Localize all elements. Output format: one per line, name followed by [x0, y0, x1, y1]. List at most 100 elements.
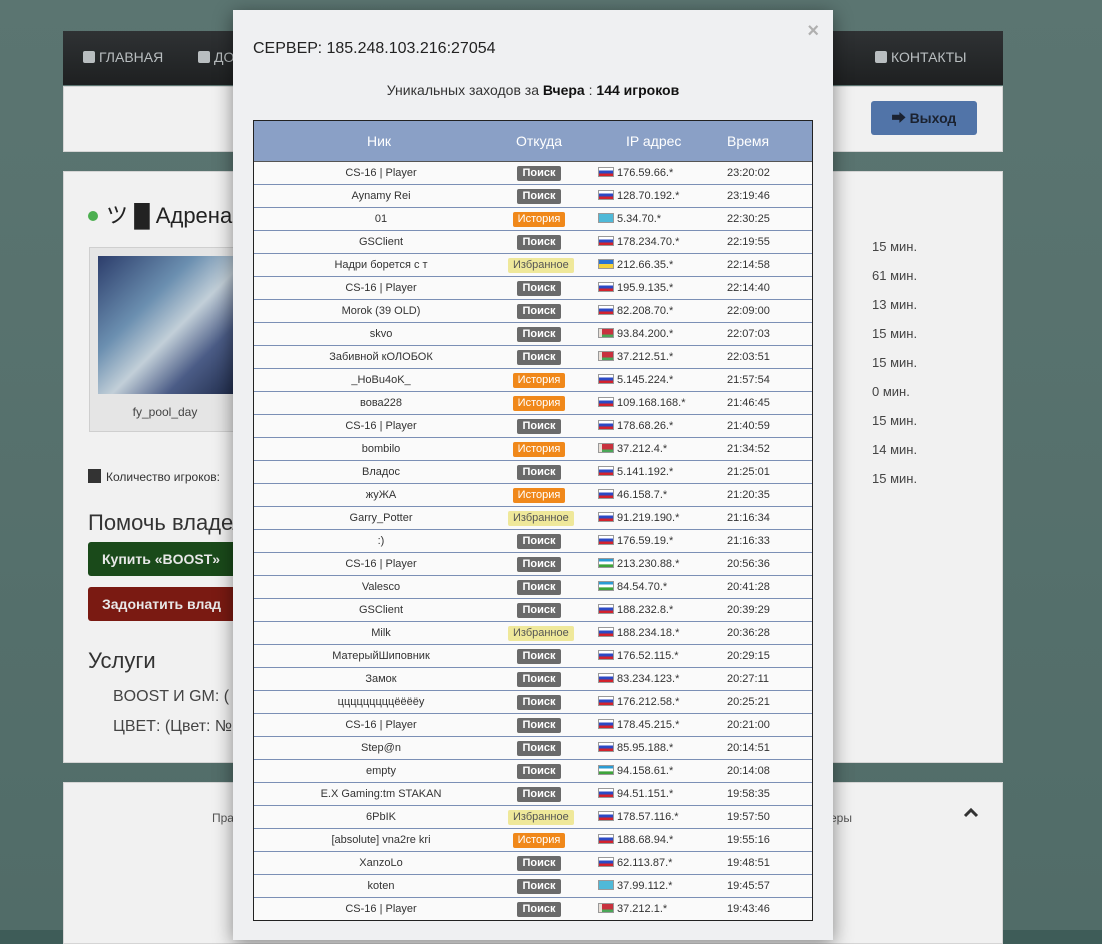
- ip-cell: 178.45.215.*: [598, 719, 679, 731]
- flag-icon: [598, 903, 614, 913]
- session-time: 15 мин.: [872, 413, 918, 428]
- exit-button[interactable]: ⮕ Выход: [871, 101, 977, 135]
- visit-time: 21:40:59: [727, 420, 770, 432]
- nav-home[interactable]: ГЛАВНАЯ: [83, 49, 163, 65]
- ip-cell: 46.158.7.*: [598, 489, 667, 501]
- session-time: 14 мин.: [872, 442, 918, 457]
- player-icon: [88, 469, 101, 483]
- source-cell: Поиск: [508, 718, 570, 733]
- visit-time: 23:19:46: [727, 190, 770, 202]
- visit-time: 20:39:29: [727, 604, 770, 616]
- ip-cell: 5.141.192.*: [598, 466, 673, 478]
- visit-time: 20:25:21: [727, 696, 770, 708]
- visit-time: 21:20:35: [727, 489, 770, 501]
- table-row: Valesco Поиск 84.54.70.* 20:41:28: [254, 575, 812, 598]
- table-row: empty Поиск 94.158.61.* 20:14:08: [254, 759, 812, 782]
- ip-cell: 83.234.123.*: [598, 673, 679, 685]
- table-row: вова228 История 109.168.168.* 21:46:45: [254, 391, 812, 414]
- flag-icon: [598, 512, 614, 522]
- services-title: Услуги: [88, 648, 156, 673]
- column-source: Откуда: [516, 133, 563, 149]
- visit-time: 22:30:25: [727, 213, 770, 225]
- source-badge: Поиск: [517, 787, 561, 802]
- ip-cell: 84.54.70.*: [598, 581, 667, 593]
- table-row: Забивной кОЛОБОК Поиск 37.212.51.* 22:03:51: [254, 345, 812, 368]
- ip-cell: 188.232.8.*: [598, 604, 673, 616]
- flag-icon: [598, 719, 614, 729]
- help-title: Помочь владел: [88, 510, 246, 535]
- player-nick: _HoBu4oK_: [351, 374, 411, 386]
- ip-cell: 176.59.19.*: [598, 535, 673, 547]
- modal-subtitle: Уникальных заходов за Вчера : 144 игроко…: [386, 82, 680, 98]
- source-cell: История: [508, 442, 570, 457]
- source-cell: История: [508, 373, 570, 388]
- source-badge: Избранное: [508, 810, 574, 825]
- player-nick: 6PbIK: [366, 811, 396, 823]
- source-cell: Поиск: [508, 741, 570, 756]
- source-badge: Поиск: [517, 902, 561, 917]
- player-nick: GSClient: [358, 604, 404, 616]
- table-row: GSClient Поиск 188.232.8.* 20:39:29: [254, 598, 812, 621]
- source-cell: Поиск: [508, 603, 570, 618]
- source-cell: Избранное: [508, 810, 574, 825]
- source-badge: Избранное: [508, 511, 574, 526]
- player-nick: Забивной кОЛОБОК: [329, 351, 433, 363]
- source-badge: Поиск: [517, 856, 561, 871]
- source-badge: Поиск: [517, 166, 561, 181]
- ip-cell: 195.9.135.*: [598, 282, 673, 294]
- player-nick: Valesco: [361, 581, 401, 593]
- close-icon[interactable]: ×: [807, 20, 819, 43]
- player-nick: E.X Gaming:tm STAKAN: [320, 788, 442, 800]
- table-row: _HoBu4oK_ История 5.145.224.* 21:57:54: [254, 368, 812, 391]
- source-cell: Поиск: [508, 465, 570, 480]
- nav-add[interactable]: ДО: [198, 49, 234, 65]
- source-cell: Поиск: [508, 902, 570, 917]
- source-cell: Поиск: [508, 327, 570, 342]
- visit-time: 19:48:51: [727, 857, 770, 869]
- online-status-icon: [88, 211, 98, 221]
- source-badge: История: [512, 833, 566, 848]
- visit-time: 20:14:08: [727, 765, 770, 777]
- source-cell: Поиск: [508, 557, 570, 572]
- source-badge: Поиск: [517, 741, 561, 756]
- table-row: CS-16 | Player Поиск 176.59.66.* 23:20:02: [254, 161, 812, 184]
- table-row: Garry_Potter Избранное 91.219.190.* 21:16:3…: [254, 506, 812, 529]
- flag-icon: [598, 558, 614, 568]
- ip-cell: 178.234.70.*: [598, 236, 679, 248]
- source-cell: Поиск: [508, 672, 570, 687]
- source-badge: Поиск: [517, 879, 561, 894]
- chevron-up-icon[interactable]: [963, 805, 979, 821]
- player-nick: Garry_Potter: [349, 512, 413, 524]
- table-row: CS-16 | Player Поиск 178.45.215.* 20:21:00: [254, 713, 812, 736]
- player-nick: Step@n: [361, 742, 401, 754]
- source-cell: Избранное: [508, 258, 574, 273]
- player-nick: цццццццццёёёёу: [337, 696, 425, 708]
- session-time: 13 мин.: [872, 297, 918, 312]
- ip-cell: 188.68.94.*: [598, 834, 673, 846]
- table-body: CS-16 | Player Поиск 176.59.66.* 23:20:02 Ay…: [254, 161, 812, 920]
- player-nick: вова228: [359, 397, 403, 409]
- visit-time: 21:25:01: [727, 466, 770, 478]
- player-nick: XanzoLo: [359, 857, 403, 869]
- ip-cell: 94.158.61.*: [598, 765, 673, 777]
- source-cell: История: [508, 488, 570, 503]
- table-row: CS-16 | Player Поиск 213.230.88.* 20:56:36: [254, 552, 812, 575]
- nav-contacts[interactable]: КОНТАКТЫ: [875, 49, 967, 65]
- home-icon: [83, 51, 95, 63]
- player-nick: CS-16 | Player: [345, 420, 417, 432]
- flag-icon: [598, 535, 614, 545]
- table-row: МатерыйШиповник Поиск 176.52.115.* 20:29:15: [254, 644, 812, 667]
- table-row: цццццццццёёёёу Поиск 176.212.58.* 20:25:21: [254, 690, 812, 713]
- footer-link[interactable]: Пра: [212, 811, 234, 825]
- ip-cell: 188.234.18.*: [598, 627, 679, 639]
- source-cell: Поиск: [508, 534, 570, 549]
- map-name: fy_pool_day: [132, 405, 198, 419]
- visit-time: 19:58:35: [727, 788, 770, 800]
- source-badge: Поиск: [517, 235, 561, 250]
- table-row: CS-16 | Player Поиск 195.9.135.* 22:14:40: [254, 276, 812, 299]
- modal-title: СЕРВЕР: 185.248.103.216:27054: [253, 40, 496, 57]
- source-cell: Поиск: [508, 787, 570, 802]
- table-row: 6PbIK Избранное 178.57.116.* 19:57:50: [254, 805, 812, 828]
- footer-link[interactable]: еры: [830, 811, 852, 825]
- session-time: 15 мин.: [872, 355, 918, 370]
